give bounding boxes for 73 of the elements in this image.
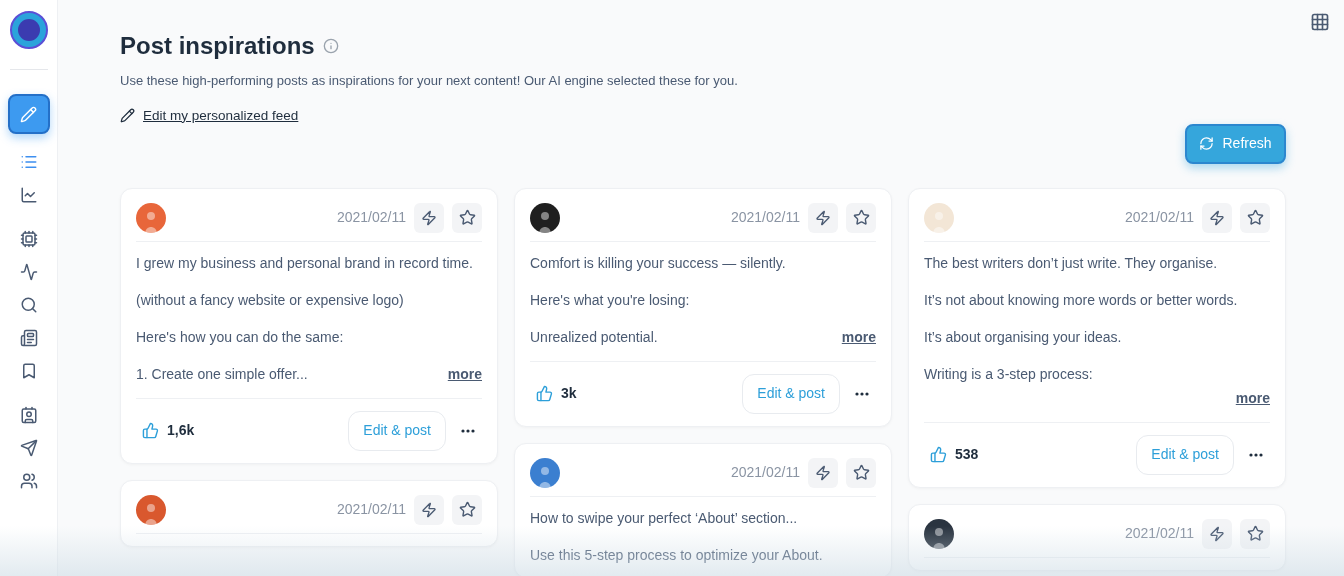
post-text: Writing is a 3-step process: (924, 364, 1094, 384)
favorite-button[interactable] (846, 457, 876, 488)
more-link[interactable]: more (447, 364, 482, 384)
search-icon[interactable] (19, 296, 38, 314)
like-count: 1,6k (167, 421, 195, 441)
like-count: 538 (955, 445, 979, 465)
post-text: I grew my business and personal brand in record time. (136, 253, 474, 273)
post-text: Here's what you're losing: (530, 290, 691, 310)
post-text: (without a fancy website or expensive logo) (136, 290, 405, 310)
favorite-button[interactable] (452, 494, 482, 525)
star-icon (852, 464, 870, 482)
line-chart-icon[interactable] (19, 186, 38, 204)
star-icon (458, 209, 476, 227)
favorite-button[interactable] (452, 202, 482, 233)
paper-plane-icon[interactable] (19, 439, 38, 457)
boost-button[interactable] (808, 457, 838, 488)
more-link[interactable]: more (841, 327, 876, 347)
post-date: 2021/02/11 (336, 208, 406, 228)
edit-feed-link[interactable]: Edit my personalized feed (143, 105, 299, 126)
ellipsis-icon (461, 428, 475, 433)
post-text: It’s not about knowing more words or better words. (924, 290, 1239, 310)
pulse-icon[interactable] (19, 263, 38, 281)
post-text: How to swipe your perfect ‘About’ section... (530, 508, 799, 528)
lightning-icon (1209, 525, 1225, 542)
lightning-icon (1209, 209, 1225, 226)
like-count: 3k (561, 384, 577, 404)
lightning-icon (815, 209, 831, 226)
post-date: 2021/02/11 (730, 463, 800, 483)
refresh-icon (1199, 136, 1215, 152)
post-text: Unrealized potential. (530, 327, 658, 347)
chip-icon[interactable] (19, 230, 38, 248)
boost-button[interactable] (1202, 202, 1232, 233)
apps-grid-button[interactable] (1310, 12, 1330, 32)
post-date: 2021/02/11 (1124, 524, 1194, 544)
post-date: 2021/02/11 (730, 208, 800, 228)
ellipsis-icon (855, 391, 869, 396)
ellipsis-icon (1249, 452, 1263, 457)
favorite-button[interactable] (1240, 518, 1270, 549)
star-icon (1246, 209, 1264, 227)
post-text: Here's how you can do the same: (136, 327, 345, 347)
lightning-icon (815, 464, 831, 481)
star-icon (1246, 525, 1264, 543)
post-text: 1. Create one simple offer... (136, 364, 308, 384)
users-icon[interactable] (19, 472, 38, 490)
boost-button[interactable] (1202, 518, 1232, 549)
create-post-button[interactable] (7, 94, 50, 134)
lightning-icon (421, 501, 437, 518)
thumbs-up-icon (142, 422, 159, 440)
post-text: It’s about organising your ideas. (924, 327, 1123, 347)
favorite-button[interactable] (1240, 202, 1270, 233)
list-icon[interactable] (19, 153, 38, 171)
post-text: Comfort is killing your success — silently. (530, 253, 787, 273)
post-date: 2021/02/11 (336, 500, 406, 520)
pencil-icon (120, 108, 135, 124)
contact-card-icon[interactable] (19, 406, 38, 424)
post-text: Use this 5-step process to optimize your About. (530, 545, 824, 565)
star-icon (852, 209, 870, 227)
app-logo[interactable] (9, 11, 48, 49)
pencil-icon (20, 105, 37, 123)
thumbs-up-icon (536, 385, 553, 403)
star-icon (458, 501, 476, 519)
thumbs-up-icon (930, 446, 947, 464)
page-subtitle: Use these high-performing posts as inspirations for your next content! Our AI engine selected these for you. (120, 72, 739, 90)
lightning-icon (421, 209, 437, 226)
boost-button[interactable] (414, 202, 444, 233)
boost-button[interactable] (414, 494, 444, 525)
more-link[interactable]: more (1235, 388, 1270, 408)
page-title: Post inspirations (120, 31, 315, 61)
boost-button[interactable] (808, 202, 838, 233)
post-text: The best writers don’t just write. They organise. (924, 253, 1219, 273)
post-date: 2021/02/11 (1124, 208, 1194, 228)
favorite-button[interactable] (846, 202, 876, 233)
newspaper-icon[interactable] (19, 329, 38, 347)
